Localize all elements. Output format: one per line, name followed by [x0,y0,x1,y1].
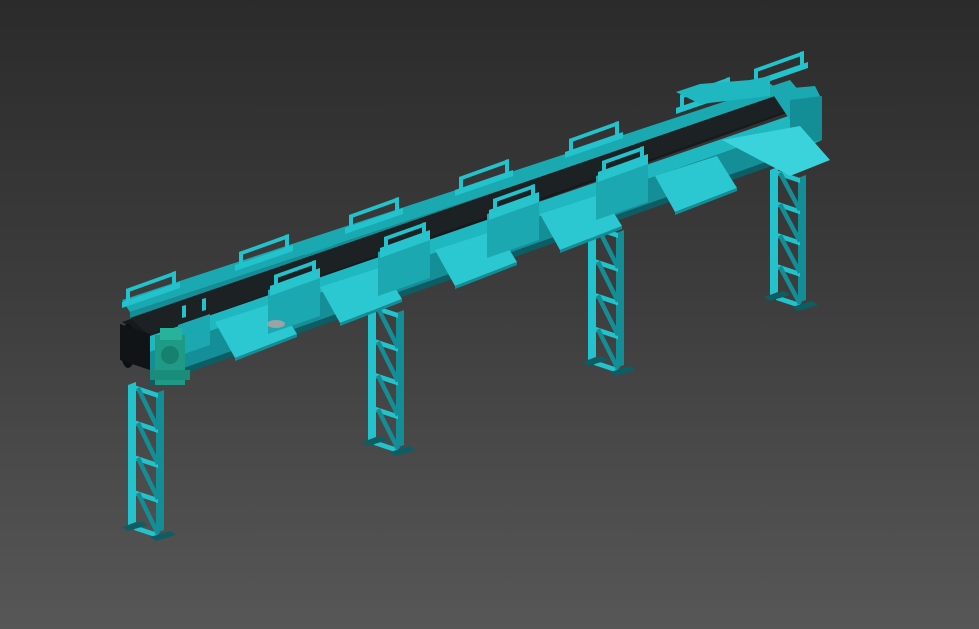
support-leg [764,167,818,311]
roller-shaft [267,320,285,328]
support-leg [122,382,176,541]
drive-motor [150,328,190,385]
3d-viewport[interactable] [0,0,979,629]
conveyor-scene [120,51,830,541]
support-leg [362,302,416,456]
support-leg [582,222,636,376]
